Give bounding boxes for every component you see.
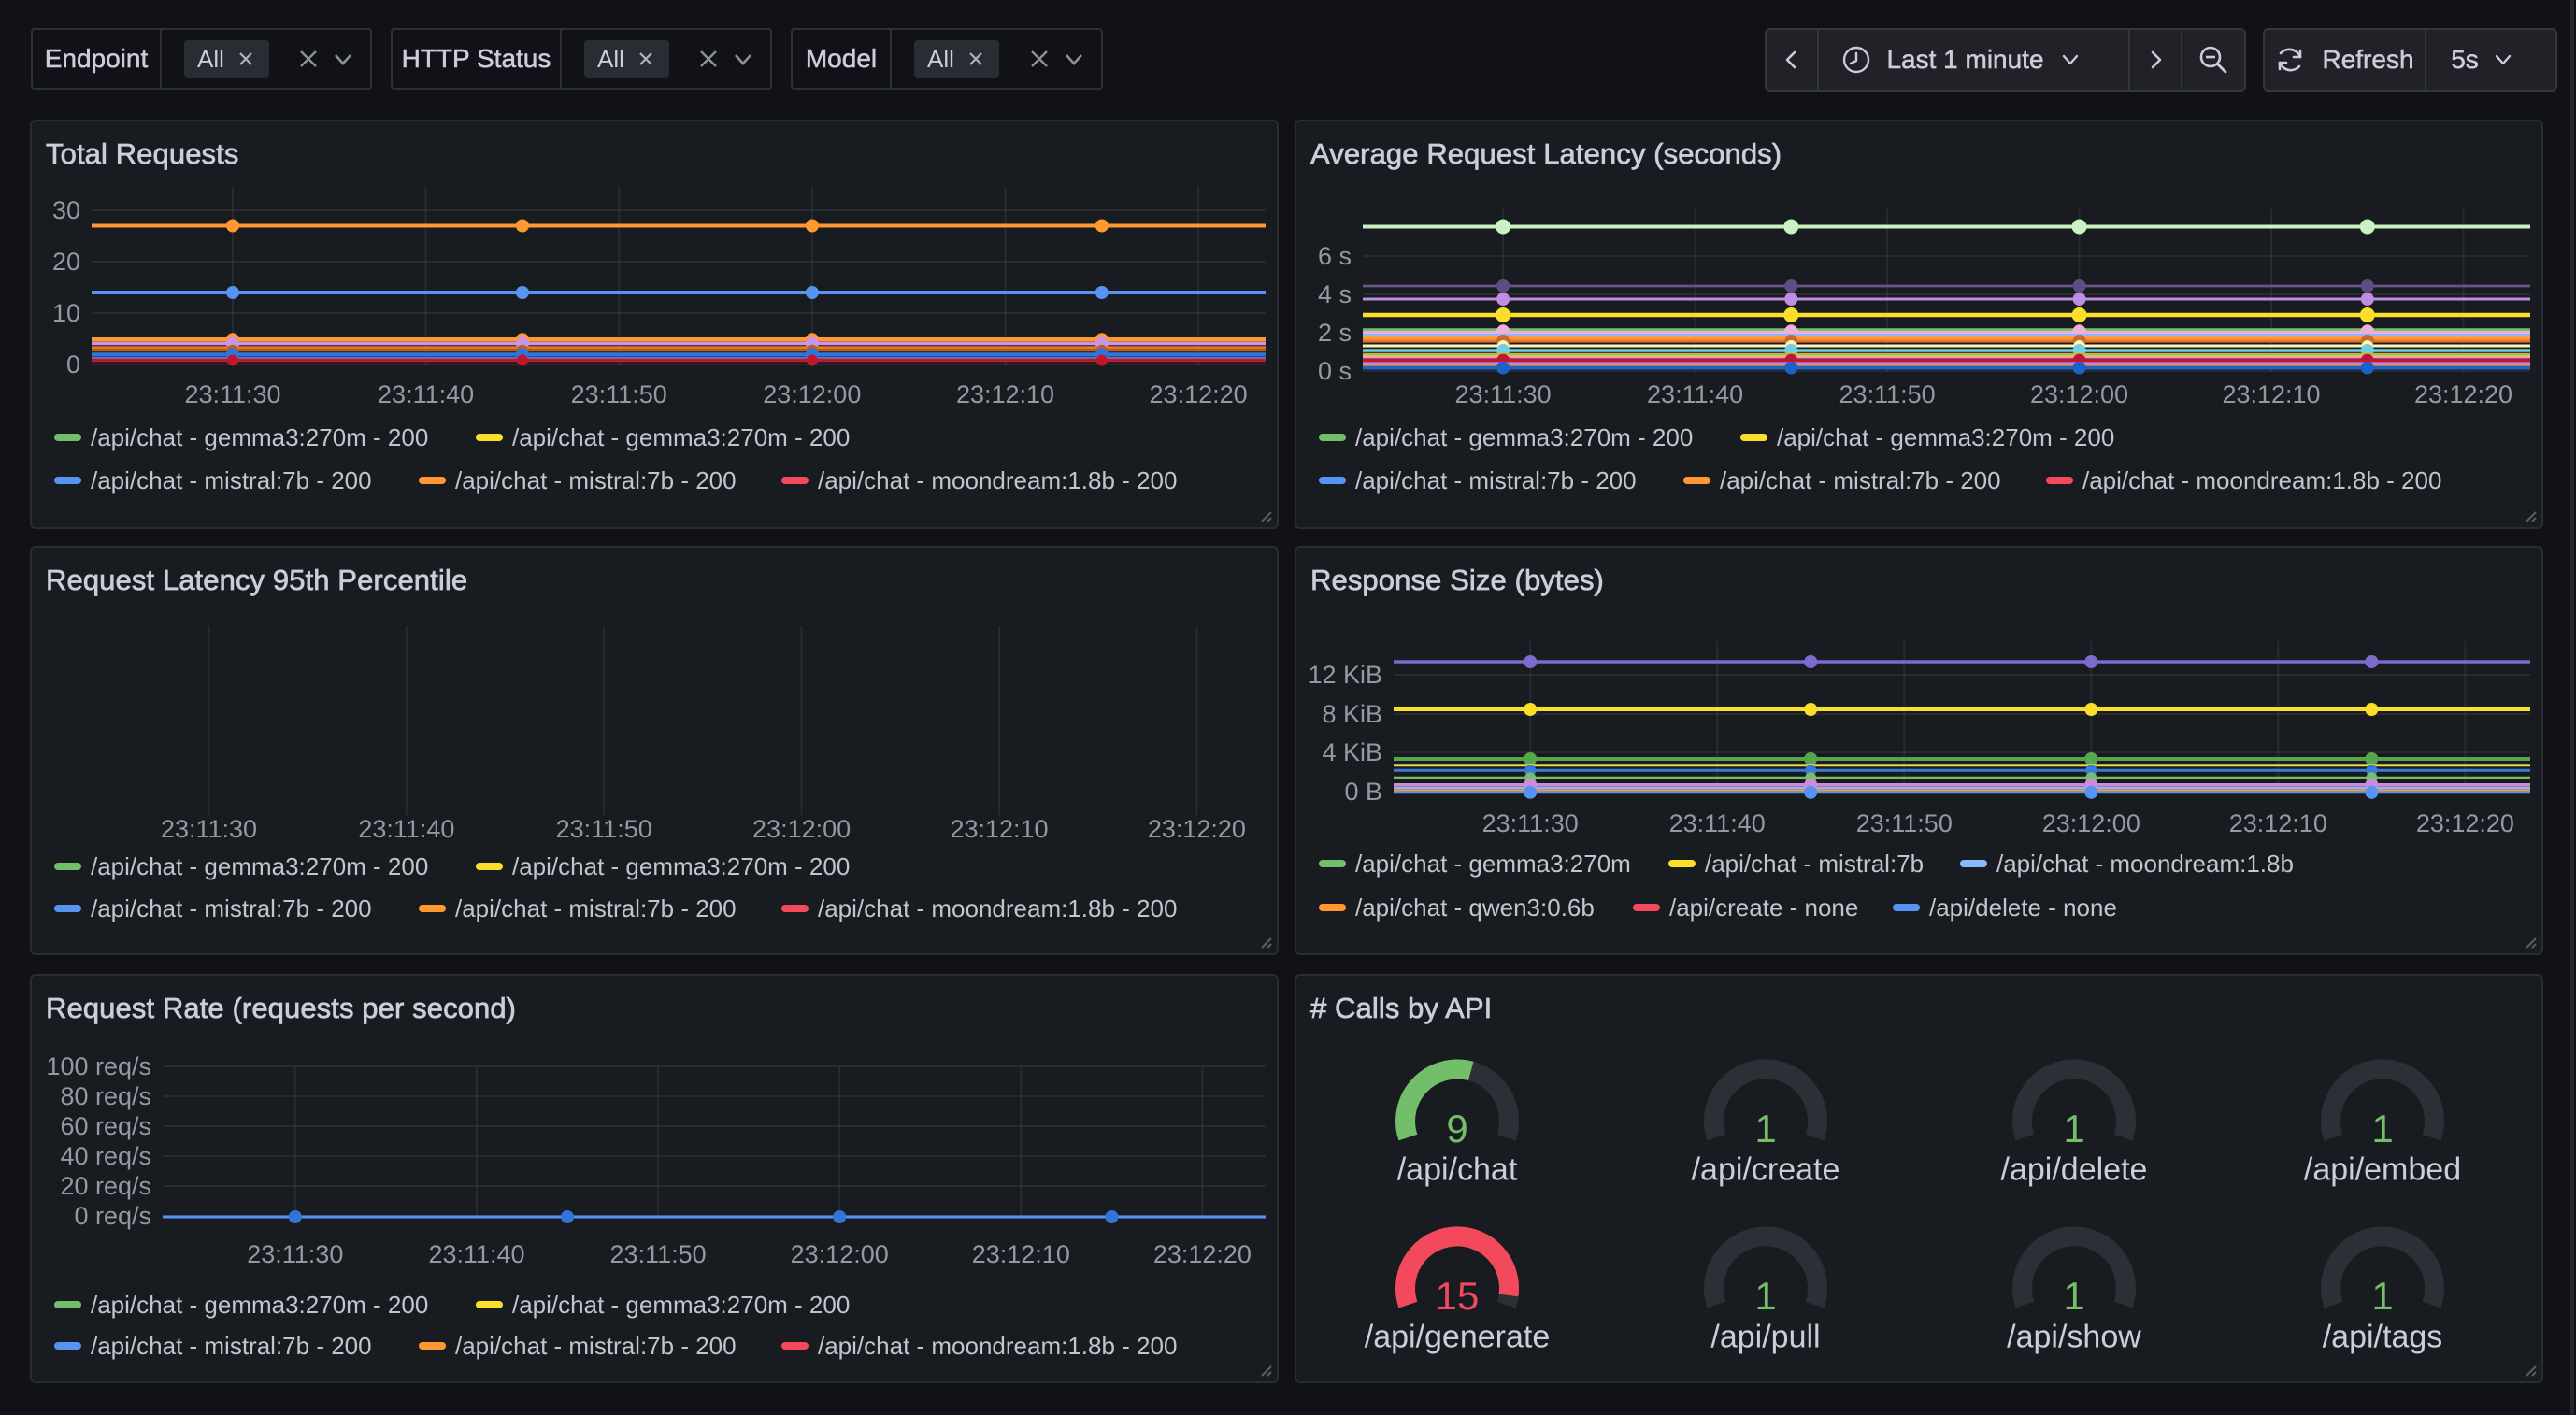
svg-text:2 s: 2 s — [1318, 319, 1352, 347]
svg-text:/api/chat: /api/chat — [1397, 1152, 1518, 1188]
svg-text:/api/embed: /api/embed — [2304, 1152, 2461, 1188]
svg-text:20 req/s: 20 req/s — [60, 1172, 151, 1200]
svg-text:23:11:50: 23:11:50 — [1856, 809, 1953, 837]
svg-text:6 s: 6 s — [1318, 242, 1352, 270]
svg-text:23:11:40: 23:11:40 — [358, 815, 454, 843]
svg-text:1: 1 — [2063, 1107, 2084, 1151]
svg-text:0 req/s: 0 req/s — [74, 1202, 151, 1230]
svg-text:60 req/s: 60 req/s — [60, 1112, 151, 1140]
svg-text:/api/generate: /api/generate — [1365, 1320, 1551, 1355]
svg-text:4 KiB: 4 KiB — [1322, 738, 1382, 766]
svg-text:12 KiB: 12 KiB — [1308, 661, 1382, 689]
svg-text:9: 9 — [1446, 1107, 1467, 1151]
svg-text:23:12:20: 23:12:20 — [2416, 809, 2514, 837]
svg-text:1: 1 — [2371, 1107, 2393, 1151]
svg-text:23:12:10: 23:12:10 — [2229, 809, 2327, 837]
svg-text:23:11:30: 23:11:30 — [161, 815, 257, 843]
svg-text:23:11:30: 23:11:30 — [184, 380, 280, 408]
svg-text:23:11:50: 23:11:50 — [556, 815, 652, 843]
svg-text:1: 1 — [1754, 1107, 1776, 1151]
svg-text:23:12:10: 23:12:10 — [2222, 380, 2320, 408]
svg-text:0 s: 0 s — [1318, 357, 1352, 385]
svg-text:23:12:00: 23:12:00 — [2030, 380, 2128, 408]
svg-text:100 req/s: 100 req/s — [46, 1052, 151, 1080]
svg-text:23:12:00: 23:12:00 — [752, 815, 851, 843]
svg-text:23:12:00: 23:12:00 — [2042, 809, 2140, 837]
svg-text:23:11:50: 23:11:50 — [571, 380, 667, 408]
svg-text:23:12:00: 23:12:00 — [763, 380, 861, 408]
svg-text:0: 0 — [66, 350, 80, 379]
svg-text:80 req/s: 80 req/s — [60, 1082, 151, 1110]
svg-text:10: 10 — [52, 299, 80, 327]
svg-text:1: 1 — [1754, 1274, 1776, 1318]
svg-text:23:12:10: 23:12:10 — [972, 1240, 1070, 1268]
svg-text:23:11:40: 23:11:40 — [428, 1240, 524, 1268]
svg-text:/api/tags: /api/tags — [2323, 1320, 2443, 1355]
svg-text:/api/create: /api/create — [1692, 1152, 1840, 1188]
svg-text:23:11:30: 23:11:30 — [247, 1240, 343, 1268]
svg-text:23:12:10: 23:12:10 — [950, 815, 1048, 843]
svg-text:1: 1 — [2371, 1274, 2393, 1318]
svg-text:23:11:30: 23:11:30 — [1482, 809, 1579, 837]
svg-text:20: 20 — [52, 248, 80, 276]
svg-text:1: 1 — [2063, 1274, 2084, 1318]
svg-text:23:11:40: 23:11:40 — [1647, 380, 1743, 408]
svg-text:8 KiB: 8 KiB — [1322, 700, 1382, 728]
svg-text:23:11:50: 23:11:50 — [1839, 380, 1936, 408]
svg-text:23:12:20: 23:12:20 — [2414, 380, 2512, 408]
svg-text:23:12:20: 23:12:20 — [1153, 1240, 1252, 1268]
svg-text:30: 30 — [52, 196, 80, 224]
svg-text:23:12:10: 23:12:10 — [956, 380, 1054, 408]
svg-text:23:11:30: 23:11:30 — [1455, 380, 1552, 408]
svg-text:40 req/s: 40 req/s — [60, 1142, 151, 1170]
svg-text:23:12:00: 23:12:00 — [791, 1240, 889, 1268]
svg-text:15: 15 — [1436, 1274, 1480, 1318]
svg-text:23:11:50: 23:11:50 — [610, 1240, 707, 1268]
svg-text:4 s: 4 s — [1318, 280, 1352, 308]
svg-text:23:12:20: 23:12:20 — [1150, 380, 1248, 408]
svg-text:23:11:40: 23:11:40 — [378, 380, 474, 408]
svg-text:/api/delete: /api/delete — [2001, 1152, 2148, 1188]
svg-text:23:12:20: 23:12:20 — [1148, 815, 1246, 843]
svg-text:/api/show: /api/show — [2007, 1320, 2141, 1355]
svg-text:/api/pull: /api/pull — [1710, 1320, 1820, 1355]
svg-text:0 B: 0 B — [1344, 778, 1382, 806]
svg-text:23:11:40: 23:11:40 — [1669, 809, 1766, 837]
